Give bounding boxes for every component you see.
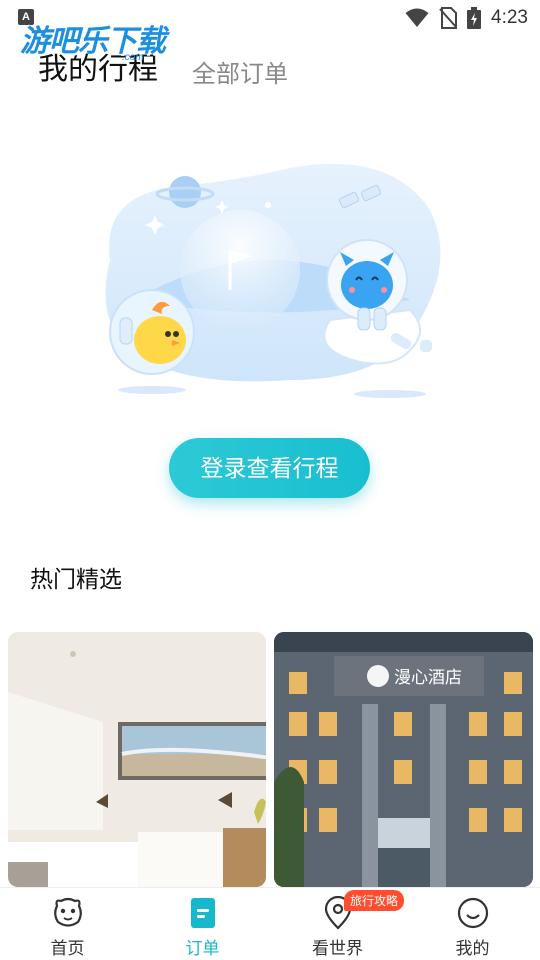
bottom-nav: 首页 订单 看世界 旅行攻略 我的 xyxy=(0,887,540,960)
watermark-domain: .com xyxy=(122,52,144,63)
hot-pick-card-hotel[interactable]: 漫心酒店 xyxy=(274,632,533,887)
hotel-facade-photo: 漫心酒店 xyxy=(274,632,533,887)
nav-item-explore[interactable]: 看世界 旅行攻略 xyxy=(270,888,405,960)
nav-item-orders[interactable]: 订单 xyxy=(135,888,270,960)
hot-pick-card-room[interactable] xyxy=(8,632,266,887)
planet-icon xyxy=(169,176,201,208)
nav-item-home[interactable]: 首页 xyxy=(0,888,135,960)
tab-all-orders[interactable]: 全部订单 xyxy=(192,54,288,89)
app-screen: A 4:23 游吧乐下载 .com 我的行程 全部订单 登录查看行程 热门精选 … xyxy=(0,0,540,960)
hotel-sign-text: 漫心酒店 xyxy=(394,668,462,688)
travel-guide-badge: 旅行攻略 xyxy=(344,890,405,911)
nav-label-home: 首页 xyxy=(50,939,85,959)
status-icons: 4:23 xyxy=(405,6,528,30)
nav-item-me[interactable]: 我的 xyxy=(405,888,540,960)
status-time: 4:23 xyxy=(491,7,528,28)
wifi-icon xyxy=(405,8,429,27)
no-sim-icon xyxy=(439,7,458,29)
hotel-room-photo xyxy=(8,632,266,887)
smiley-face-icon xyxy=(457,897,488,929)
empty-trip-illustration xyxy=(105,163,441,398)
login-view-trips-button[interactable]: 登录查看行程 xyxy=(169,438,370,498)
home-mascot-icon xyxy=(53,897,82,927)
chick-mascot xyxy=(109,289,195,394)
nav-label-explore: 看世界 xyxy=(312,939,363,959)
order-document-icon xyxy=(190,898,215,928)
hot-picks-title: 热门精选 xyxy=(30,567,122,593)
nav-label-orders: 订单 xyxy=(185,939,220,959)
nav-label-me: 我的 xyxy=(455,939,490,959)
battery-charging-icon xyxy=(467,7,482,29)
